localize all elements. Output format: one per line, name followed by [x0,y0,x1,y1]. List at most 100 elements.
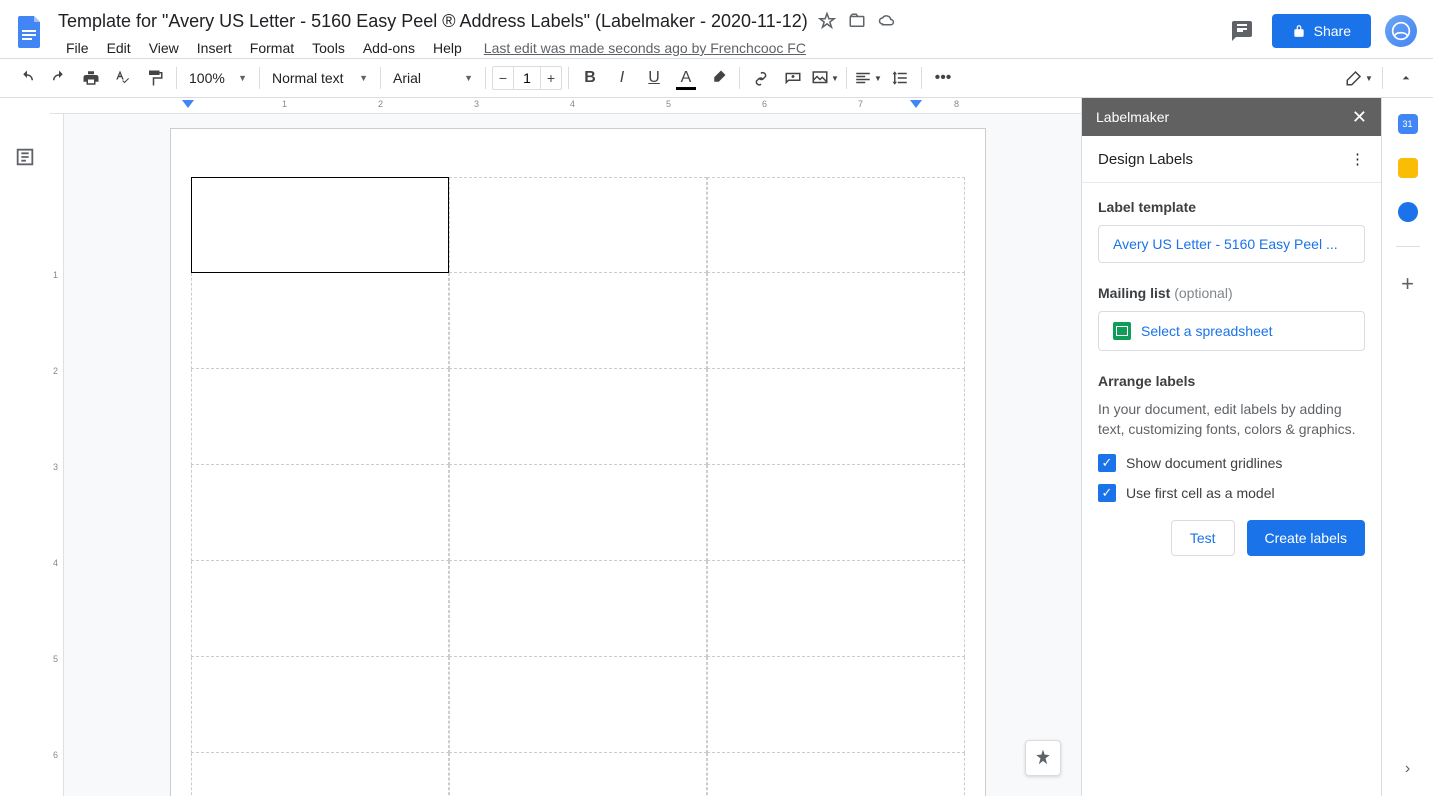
label-cell[interactable] [449,465,707,561]
font-dropdown[interactable]: Arial▼ [387,65,479,91]
share-label: Share [1314,23,1351,39]
keep-app-icon[interactable] [1398,158,1418,178]
editing-mode-button[interactable]: ▼ [1344,64,1374,92]
zoom-dropdown[interactable]: 100%▼ [183,65,253,91]
sidebar-subtitle: Design Labels [1098,151,1193,168]
label-cell[interactable] [449,561,707,657]
arrange-labels-heading: Arrange labels [1098,373,1365,389]
menu-addons[interactable]: Add-ons [355,36,423,60]
print-button[interactable] [76,64,106,92]
menu-format[interactable]: Format [242,36,302,60]
cloud-status-icon[interactable] [876,10,898,32]
comments-button[interactable] [1226,15,1258,47]
italic-button[interactable]: I [607,64,637,92]
sidebar-title: Labelmaker [1096,109,1169,125]
redo-button[interactable] [44,64,74,92]
highlight-button[interactable] [703,64,733,92]
select-spreadsheet-button[interactable]: Select a spreadsheet [1098,311,1365,351]
bold-button[interactable]: B [575,64,605,92]
explore-button[interactable] [1025,740,1061,776]
label-cell[interactable] [191,369,449,465]
outline-toggle-icon[interactable] [14,146,36,796]
label-cell[interactable] [707,369,965,465]
font-size-control: − + [492,66,562,90]
label-template-heading: Label template [1098,199,1365,215]
add-addon-button[interactable]: + [1401,271,1414,297]
label-cell[interactable] [707,177,965,273]
font-size-decrease[interactable]: − [493,67,513,89]
collapse-toolbar-button[interactable] [1391,64,1421,92]
more-button[interactable]: ••• [928,64,958,92]
create-labels-button[interactable]: Create labels [1247,520,1366,556]
label-cell-active[interactable] [191,177,449,273]
move-icon[interactable] [846,10,868,32]
sheets-icon [1113,322,1131,340]
docs-logo[interactable] [12,8,48,56]
label-cell[interactable] [191,753,449,796]
share-button[interactable]: Share [1272,14,1371,48]
label-cell[interactable] [191,273,449,369]
rail-separator [1396,246,1420,247]
close-icon[interactable]: ✕ [1352,107,1367,128]
menu-file[interactable]: File [58,36,97,60]
label-cell[interactable] [191,465,449,561]
sidebar-menu-icon[interactable]: ⋮ [1350,150,1365,168]
label-template-select[interactable]: Avery US Letter - 5160 Easy Peel ... [1098,225,1365,263]
label-cell[interactable] [707,273,965,369]
document-canvas[interactable]: 1 2 3 4 5 6 7 8 1 2 3 4 5 6 [50,98,1081,796]
label-cell[interactable] [707,753,965,796]
horizontal-ruler[interactable]: 1 2 3 4 5 6 7 8 [50,98,1081,114]
font-size-increase[interactable]: + [541,67,561,89]
mailing-list-heading: Mailing list (optional) [1098,285,1365,301]
line-spacing-button[interactable] [885,64,915,92]
label-cell[interactable] [449,753,707,796]
align-button[interactable]: ▼ [853,64,883,92]
menu-view[interactable]: View [141,36,187,60]
label-cell[interactable] [707,465,965,561]
menu-tools[interactable]: Tools [304,36,353,60]
vertical-ruler[interactable]: 1 2 3 4 5 6 [50,114,64,796]
menu-bar: File Edit View Insert Format Tools Add-o… [58,36,1226,60]
text-color-button[interactable]: A [671,64,701,92]
user-avatar[interactable] [1385,15,1417,47]
use-first-cell-checkbox[interactable]: ✓ Use first cell as a model [1098,484,1365,502]
label-grid [191,177,965,796]
label-cell[interactable] [191,657,449,753]
star-icon[interactable] [816,10,838,32]
menu-help[interactable]: Help [425,36,470,60]
menu-edit[interactable]: Edit [99,36,139,60]
paragraph-style-dropdown[interactable]: Normal text▼ [266,65,374,91]
spellcheck-button[interactable] [108,64,138,92]
calendar-app-icon[interactable] [1398,114,1418,134]
document-title[interactable]: Template for "Avery US Letter - 5160 Eas… [58,11,808,32]
lock-icon [1292,24,1306,38]
undo-button[interactable] [12,64,42,92]
label-cell[interactable] [707,561,965,657]
insert-image-button[interactable]: ▼ [810,64,840,92]
collapse-rail-button[interactable]: › [1405,760,1410,778]
label-cell[interactable] [449,369,707,465]
tasks-app-icon[interactable] [1398,202,1418,222]
menu-insert[interactable]: Insert [189,36,240,60]
paint-format-button[interactable] [140,64,170,92]
checkbox-checked-icon: ✓ [1098,484,1116,502]
insert-link-button[interactable] [746,64,776,92]
add-comment-button[interactable] [778,64,808,92]
label-cell[interactable] [449,657,707,753]
label-cell[interactable] [707,657,965,753]
document-page[interactable] [170,128,986,796]
underline-button[interactable]: U [639,64,669,92]
last-edit-link[interactable]: Last edit was made seconds ago by French… [484,40,806,56]
label-cell[interactable] [449,273,707,369]
arrange-description: In your document, edit labels by adding … [1098,399,1365,440]
checkbox-checked-icon: ✓ [1098,454,1116,472]
labelmaker-sidebar: Labelmaker ✕ Design Labels ⋮ Label templ… [1081,98,1381,796]
label-cell[interactable] [449,177,707,273]
show-gridlines-checkbox[interactable]: ✓ Show document gridlines [1098,454,1365,472]
test-button[interactable]: Test [1171,520,1235,556]
side-app-rail: + › [1381,98,1433,796]
left-indent-marker[interactable] [182,100,194,112]
font-size-input[interactable] [513,67,541,89]
right-indent-marker[interactable] [910,100,922,112]
label-cell[interactable] [191,561,449,657]
